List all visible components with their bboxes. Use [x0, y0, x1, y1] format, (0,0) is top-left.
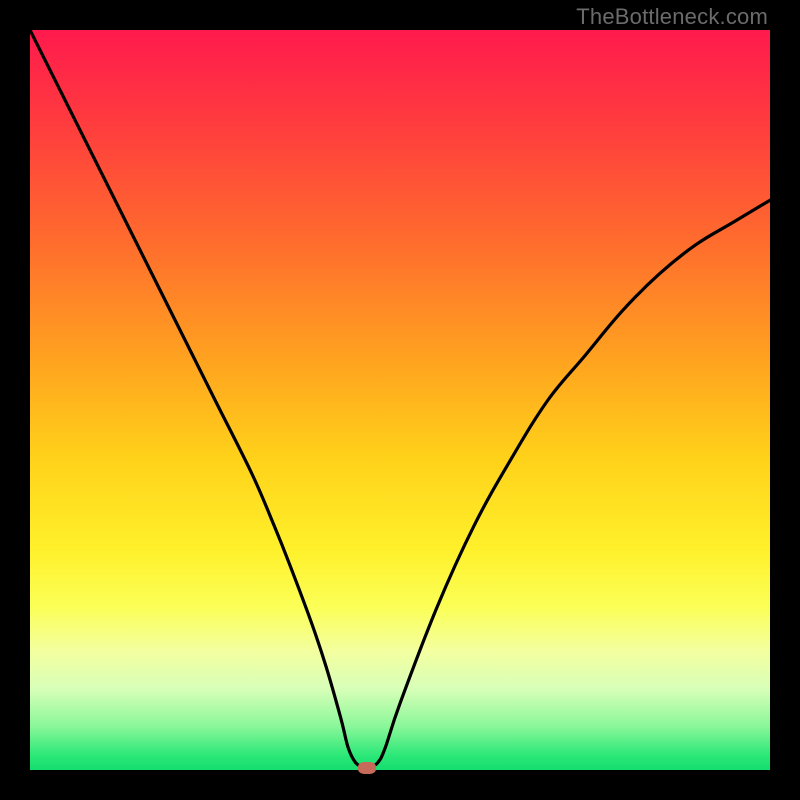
chart-frame: TheBottleneck.com [0, 0, 800, 800]
minimum-marker [358, 762, 376, 774]
bottleneck-curve [30, 30, 770, 770]
watermark-text: TheBottleneck.com [576, 4, 768, 30]
plot-area [30, 30, 770, 770]
